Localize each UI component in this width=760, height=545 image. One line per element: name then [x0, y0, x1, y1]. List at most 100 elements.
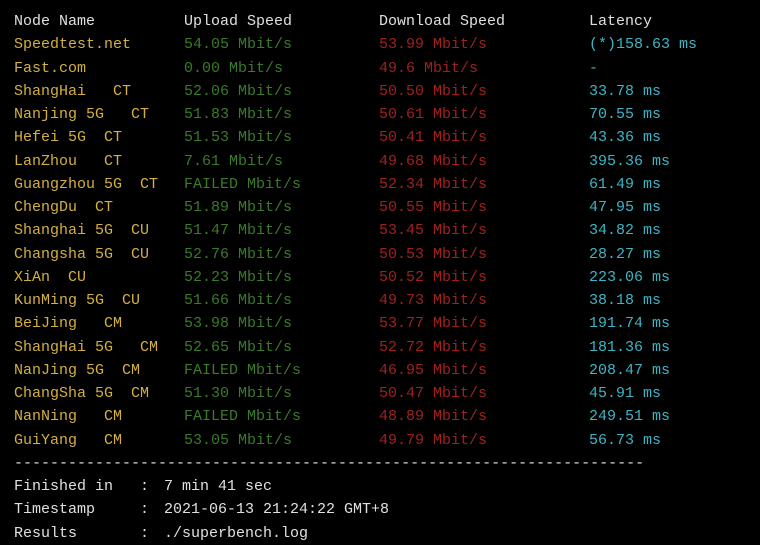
table-row: Nanjing 5G CT51.83 Mbit/s50.61 Mbit/s70.… [14, 103, 746, 126]
cell-node: Shanghai 5G CU [14, 219, 184, 242]
table-row: ChengDu CT51.89 Mbit/s50.55 Mbit/s47.95 … [14, 196, 746, 219]
table-row: NanJing 5G CMFAILED Mbit/s46.95 Mbit/s20… [14, 359, 746, 382]
table-row: NanNing CMFAILED Mbit/s48.89 Mbit/s249.5… [14, 405, 746, 428]
table-row: Shanghai 5G CU51.47 Mbit/s53.45 Mbit/s34… [14, 219, 746, 242]
header-upload: Upload Speed [184, 10, 379, 33]
table-row: ChangSha 5G CM51.30 Mbit/s50.47 Mbit/s45… [14, 382, 746, 405]
footer-results-value: ./superbench.log [164, 522, 308, 545]
cell-latency: 249.51 ms [589, 405, 746, 428]
cell-download: 49.68 Mbit/s [379, 150, 589, 173]
cell-node: KunMing 5G CU [14, 289, 184, 312]
cell-download: 50.61 Mbit/s [379, 103, 589, 126]
cell-latency: 181.36 ms [589, 336, 746, 359]
cell-download: 50.47 Mbit/s [379, 382, 589, 405]
table-header: Node Name Upload Speed Download Speed La… [14, 10, 746, 33]
footer-results-label: Results : [14, 522, 164, 545]
cell-upload: 53.98 Mbit/s [184, 312, 379, 335]
cell-download: 49.73 Mbit/s [379, 289, 589, 312]
cell-download: 53.99 Mbit/s [379, 33, 589, 56]
cell-node: NanNing CM [14, 405, 184, 428]
cell-node: BeiJing CM [14, 312, 184, 335]
cell-download: 50.53 Mbit/s [379, 243, 589, 266]
footer-finished-value: 7 min 41 sec [164, 475, 272, 498]
cell-download: 52.72 Mbit/s [379, 336, 589, 359]
cell-latency: 33.78 ms [589, 80, 746, 103]
cell-latency: 38.18 ms [589, 289, 746, 312]
table-body: Speedtest.net54.05 Mbit/s53.99 Mbit/s(*)… [14, 33, 746, 452]
cell-download: 52.34 Mbit/s [379, 173, 589, 196]
footer-timestamp-value: 2021-06-13 21:24:22 GMT+8 [164, 498, 389, 521]
cell-node: XiAn CU [14, 266, 184, 289]
cell-node: Changsha 5G CU [14, 243, 184, 266]
cell-download: 46.95 Mbit/s [379, 359, 589, 382]
cell-latency: 70.55 ms [589, 103, 746, 126]
cell-upload: 51.89 Mbit/s [184, 196, 379, 219]
cell-latency: 28.27 ms [589, 243, 746, 266]
cell-latency: 223.06 ms [589, 266, 746, 289]
cell-latency: 43.36 ms [589, 126, 746, 149]
cell-download: 53.45 Mbit/s [379, 219, 589, 242]
footer-results: Results : ./superbench.log [14, 522, 746, 545]
table-row: LanZhou CT7.61 Mbit/s49.68 Mbit/s395.36 … [14, 150, 746, 173]
table-row: KunMing 5G CU51.66 Mbit/s49.73 Mbit/s38.… [14, 289, 746, 312]
cell-upload: 54.05 Mbit/s [184, 33, 379, 56]
cell-upload: 0.00 Mbit/s [184, 57, 379, 80]
cell-upload: 52.23 Mbit/s [184, 266, 379, 289]
cell-node: ChangSha 5G CM [14, 382, 184, 405]
cell-node: Nanjing 5G CT [14, 103, 184, 126]
cell-download: 49.6 Mbit/s [379, 57, 589, 80]
cell-node: LanZhou CT [14, 150, 184, 173]
cell-download: 50.41 Mbit/s [379, 126, 589, 149]
cell-download: 53.77 Mbit/s [379, 312, 589, 335]
cell-node: GuiYang CM [14, 429, 184, 452]
separator-line: ----------------------------------------… [14, 452, 746, 475]
table-row: Hefei 5G CT51.53 Mbit/s50.41 Mbit/s43.36… [14, 126, 746, 149]
cell-upload: FAILED Mbit/s [184, 173, 379, 196]
cell-upload: FAILED Mbit/s [184, 359, 379, 382]
table-row: Changsha 5G CU52.76 Mbit/s50.53 Mbit/s28… [14, 243, 746, 266]
footer-finished-label: Finished in : [14, 475, 164, 498]
cell-download: 48.89 Mbit/s [379, 405, 589, 428]
footer-timestamp-label: Timestamp : [14, 498, 164, 521]
cell-node: Fast.com [14, 57, 184, 80]
table-row: Fast.com0.00 Mbit/s49.6 Mbit/s- [14, 57, 746, 80]
cell-upload: 52.65 Mbit/s [184, 336, 379, 359]
footer-timestamp: Timestamp : 2021-06-13 21:24:22 GMT+8 [14, 498, 746, 521]
cell-latency: 45.91 ms [589, 382, 746, 405]
header-node: Node Name [14, 10, 184, 33]
cell-node: Hefei 5G CT [14, 126, 184, 149]
cell-upload: 51.83 Mbit/s [184, 103, 379, 126]
cell-node: ShangHai CT [14, 80, 184, 103]
table-row: ShangHai CT52.06 Mbit/s50.50 Mbit/s33.78… [14, 80, 746, 103]
cell-download: 49.79 Mbit/s [379, 429, 589, 452]
table-row: Guangzhou 5G CTFAILED Mbit/s52.34 Mbit/s… [14, 173, 746, 196]
header-download: Download Speed [379, 10, 589, 33]
cell-latency: 61.49 ms [589, 173, 746, 196]
cell-download: 50.52 Mbit/s [379, 266, 589, 289]
cell-upload: 51.53 Mbit/s [184, 126, 379, 149]
cell-latency: 56.73 ms [589, 429, 746, 452]
cell-upload: 52.76 Mbit/s [184, 243, 379, 266]
cell-node: Speedtest.net [14, 33, 184, 56]
table-row: Speedtest.net54.05 Mbit/s53.99 Mbit/s(*)… [14, 33, 746, 56]
cell-latency: 395.36 ms [589, 150, 746, 173]
cell-latency: 34.82 ms [589, 219, 746, 242]
cell-latency: (*)158.63 ms [589, 33, 746, 56]
cell-node: NanJing 5G CM [14, 359, 184, 382]
header-latency: Latency [589, 10, 746, 33]
cell-upload: 7.61 Mbit/s [184, 150, 379, 173]
cell-node: Guangzhou 5G CT [14, 173, 184, 196]
cell-upload: 52.06 Mbit/s [184, 80, 379, 103]
cell-latency: - [589, 57, 746, 80]
cell-upload: 51.30 Mbit/s [184, 382, 379, 405]
cell-latency: 208.47 ms [589, 359, 746, 382]
cell-upload: FAILED Mbit/s [184, 405, 379, 428]
footer-finished: Finished in : 7 min 41 sec [14, 475, 746, 498]
cell-download: 50.50 Mbit/s [379, 80, 589, 103]
table-row: BeiJing CM53.98 Mbit/s53.77 Mbit/s191.74… [14, 312, 746, 335]
cell-node: ShangHai 5G CM [14, 336, 184, 359]
cell-download: 50.55 Mbit/s [379, 196, 589, 219]
cell-latency: 191.74 ms [589, 312, 746, 335]
table-row: GuiYang CM53.05 Mbit/s49.79 Mbit/s56.73 … [14, 429, 746, 452]
cell-upload: 51.47 Mbit/s [184, 219, 379, 242]
